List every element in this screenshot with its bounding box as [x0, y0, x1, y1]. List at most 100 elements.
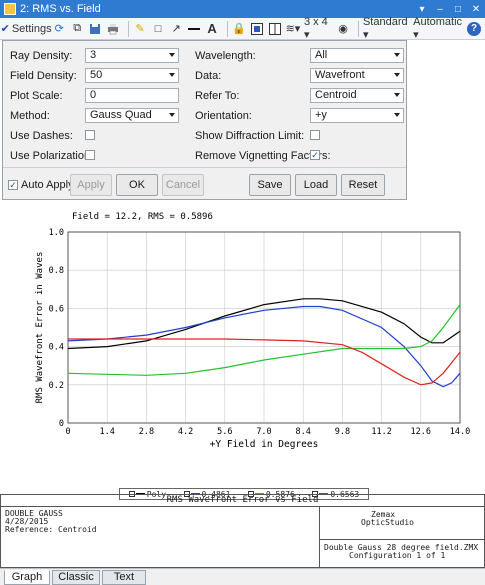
- toolbar-separator: [128, 20, 130, 37]
- data-dropdown[interactable]: Wavefront: [310, 68, 404, 83]
- line-icon[interactable]: [187, 21, 201, 37]
- y-tick-label: 0.2: [49, 381, 64, 391]
- view-tabs: Graph Classic Text: [0, 568, 485, 585]
- chevron-down-icon: [169, 113, 175, 117]
- auto-apply-label: Auto Apply: [21, 179, 74, 191]
- rectangle-icon[interactable]: □: [151, 21, 165, 37]
- x-tick-label: 7.0: [256, 427, 271, 437]
- ray-density-dropdown[interactable]: 3: [85, 48, 179, 63]
- settings-button[interactable]: ✔ Settings: [0, 21, 52, 37]
- tab-text[interactable]: Text: [102, 570, 146, 585]
- grid-icon[interactable]: [250, 21, 264, 37]
- window-layout-icon[interactable]: [268, 21, 282, 37]
- close-button[interactable]: ✕: [467, 4, 485, 15]
- wavelength-label: Wavelength:: [195, 50, 256, 62]
- load-button[interactable]: Load: [295, 174, 337, 196]
- x-tick-label: 0: [65, 427, 70, 437]
- y-tick-label: 0.6: [49, 304, 64, 314]
- x-tick-label: 1.4: [100, 427, 115, 437]
- settings-panel: Ray Density: 3 Field Density: 50 Plot Sc…: [2, 40, 407, 200]
- configuration-label: Configuration 1 of 1: [349, 551, 446, 560]
- x-tick-label: 2.8: [139, 427, 154, 437]
- y-tick-label: 0.4: [49, 343, 64, 353]
- x-tick-label: 12.6: [411, 427, 431, 437]
- method-dropdown[interactable]: Gauss Quad: [85, 108, 179, 123]
- text-icon[interactable]: A: [205, 21, 219, 37]
- grid-size-dropdown[interactable]: 3 x 4 ▾: [304, 16, 332, 41]
- field-density-value: 50: [90, 69, 103, 81]
- help-icon[interactable]: ?: [467, 21, 482, 36]
- x-tick-label: 14.0: [450, 427, 470, 437]
- data-value: Wavefront: [315, 69, 365, 81]
- automatic-dropdown[interactable]: Automatic ▾: [413, 16, 463, 41]
- show-diffraction-checkbox[interactable]: [310, 130, 320, 140]
- lock-icon[interactable]: 🔒: [232, 21, 246, 37]
- plot-area: Field = 12.2, RMS = 0.5896 0 1.4 2.8 4.2 5.6…: [0, 205, 485, 485]
- copy-icon[interactable]: ⧉: [70, 21, 84, 37]
- wavelength-value: All: [315, 49, 328, 61]
- chevron-down-icon: [394, 113, 400, 117]
- x-tick-label: 9.8: [335, 427, 350, 437]
- window-title: 2: RMS vs. Field: [20, 3, 101, 15]
- y-tick-label: 1.0: [49, 228, 64, 238]
- info-divider-v: [319, 507, 320, 567]
- pencil-icon[interactable]: ✎: [133, 21, 147, 37]
- cancel-button[interactable]: Cancel: [162, 174, 204, 196]
- orientation-dropdown[interactable]: +y: [310, 108, 404, 123]
- x-axis-label: +Y Field in Degrees: [210, 439, 319, 450]
- company-line2: OpticStudio: [361, 518, 414, 527]
- maximize-button[interactable]: □: [449, 4, 467, 15]
- show-diffraction-label: Show Diffraction Limit:: [195, 130, 305, 142]
- wavelength-dropdown[interactable]: All: [310, 48, 404, 63]
- field-density-dropdown[interactable]: 50: [85, 68, 179, 83]
- use-polarization-label: Use Polarization:: [10, 150, 94, 162]
- y-tick-label: 0: [59, 419, 64, 429]
- standard-dropdown[interactable]: Standard ▾: [363, 16, 409, 41]
- remove-vignetting-checkbox[interactable]: ✓: [310, 150, 320, 160]
- info-line3: Reference: Centroid: [5, 525, 97, 534]
- use-dashes-label: Use Dashes:: [10, 130, 73, 142]
- check-icon: ✔: [0, 23, 10, 35]
- x-tick-label: 11.2: [371, 427, 391, 437]
- arrow-icon[interactable]: ↗: [169, 21, 183, 37]
- method-value: Gauss Quad: [90, 109, 152, 121]
- refer-to-dropdown[interactable]: Centroid: [310, 88, 404, 103]
- method-label: Method:: [10, 110, 50, 122]
- ray-density-value: 3: [90, 49, 97, 61]
- info-divider-h: [319, 539, 484, 540]
- y-axis-label: RMS Wavefront Error in Waves: [35, 252, 45, 404]
- minimize-button[interactable]: –: [431, 4, 449, 15]
- apply-button[interactable]: Apply: [70, 174, 112, 196]
- clock-icon[interactable]: ◉: [336, 21, 350, 37]
- chevron-down-icon: [394, 73, 400, 77]
- use-polarization-checkbox[interactable]: [85, 150, 95, 160]
- plot-scale-input[interactable]: 0: [85, 88, 179, 103]
- auto-apply-checkbox[interactable]: ✓: [8, 180, 18, 190]
- save-button[interactable]: Save: [249, 174, 291, 196]
- save-icon[interactable]: [88, 21, 102, 37]
- chevron-down-icon: [169, 53, 175, 57]
- toolbar: ✔ Settings ⟳ ⧉ ✎ □ ↗ A 🔒 ≋▾ 3 x 4 ▾ ◉ St…: [0, 16, 485, 41]
- refer-to-label: Refer To:: [195, 90, 240, 102]
- reset-button[interactable]: Reset: [341, 174, 385, 196]
- chevron-down-icon: [394, 93, 400, 97]
- chevron-down-icon: [394, 53, 400, 57]
- tab-graph[interactable]: Graph: [4, 570, 50, 585]
- tab-classic[interactable]: Classic: [52, 570, 100, 585]
- print-icon[interactable]: [106, 21, 120, 37]
- x-tick-label: 4.2: [178, 427, 193, 437]
- dropdown-icon[interactable]: ▾: [413, 4, 431, 15]
- toolbar-separator: [358, 20, 359, 37]
- use-dashes-checkbox[interactable]: [85, 130, 95, 140]
- refresh-icon[interactable]: ⟳: [52, 21, 66, 37]
- ok-button[interactable]: OK: [116, 174, 158, 196]
- data-label: Data:: [195, 70, 222, 82]
- orientation-value: +y: [315, 109, 327, 121]
- info-header: RMS Wavefront Error vs Field: [1, 495, 484, 507]
- settings-label: Settings: [11, 22, 52, 35]
- refer-to-value: Centroid: [315, 89, 357, 101]
- plot-scale-label: Plot Scale:: [10, 90, 63, 102]
- toolbar-separator: [227, 20, 228, 37]
- layers-icon[interactable]: ≋▾: [286, 21, 301, 37]
- ray-density-label: Ray Density:: [10, 50, 73, 62]
